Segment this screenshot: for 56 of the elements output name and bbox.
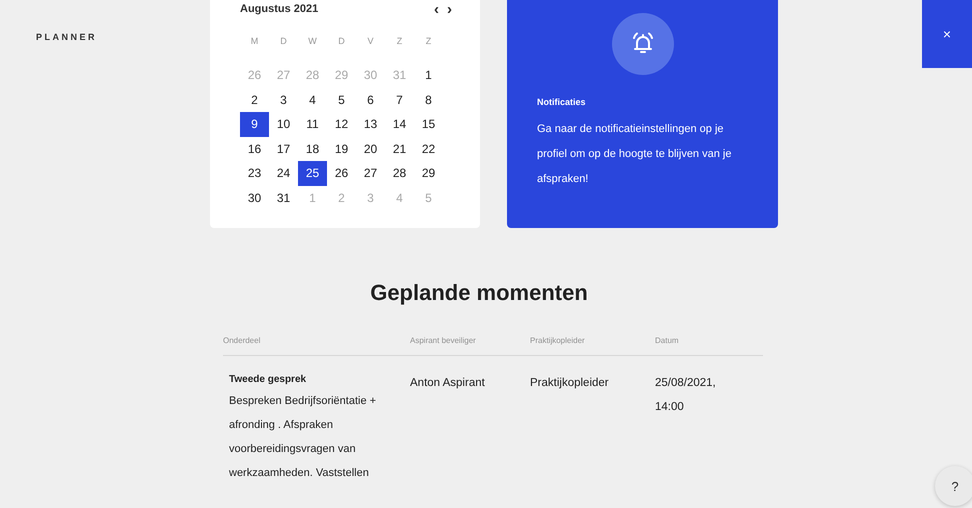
weekday-label: M — [250, 36, 260, 48]
calendar-day[interactable]: 31 — [269, 186, 298, 210]
weekday-label: V — [366, 36, 374, 48]
calendar-day[interactable]: 20 — [356, 136, 385, 161]
help-button[interactable]: ? — [935, 466, 972, 506]
calendar-day[interactable]: 18 — [298, 136, 327, 161]
calendar-day[interactable]: 27 — [356, 161, 385, 186]
next-month-button[interactable]: › — [447, 2, 452, 16]
calendar-day[interactable]: 25 — [298, 161, 327, 186]
calendar-day[interactable]: 15 — [414, 112, 443, 136]
calendar-day[interactable]: 5 — [327, 88, 356, 112]
calendar-day[interactable]: 11 — [298, 112, 327, 136]
calendar-day[interactable]: 28 — [385, 161, 414, 186]
close-button[interactable]: × — [922, 0, 972, 68]
previous-month-button[interactable]: ‹ — [434, 2, 439, 16]
calendar-day[interactable]: 13 — [356, 112, 385, 136]
weekday-label: Z — [424, 36, 432, 48]
calendar-day[interactable]: 26 — [327, 161, 356, 186]
calendar-day[interactable]: 8 — [414, 88, 443, 112]
column-header: Aspirant beveiliger — [410, 336, 477, 345]
calendar-day[interactable]: 21 — [385, 136, 414, 161]
calendar-day[interactable]: 12 — [327, 112, 356, 136]
calendar-day[interactable]: 16 — [240, 136, 269, 161]
weekday-label: Z — [396, 36, 404, 48]
column-header: Onderdeel — [223, 336, 262, 345]
calendar-day[interactable]: 10 — [269, 112, 298, 136]
notification-title: Notificaties — [537, 97, 587, 107]
table-cell-text: Praktijkopleider — [530, 376, 610, 391]
appointment-description: Bespreken Bedrijfsoriëntatie + afronding . Afspraken voorbereidingsvragen van werkzaamheden. Vaststellen — [229, 394, 378, 481]
appointment-title: Tweede gesprek — [229, 374, 308, 385]
calendar-day[interactable]: 24 — [269, 161, 298, 186]
weekday-label: D — [279, 36, 288, 48]
notification-text: Ga naar de notificatieinstellingen op je profiel om op de hoogte te blijven van je afspraken! — [537, 122, 732, 187]
calendar-day[interactable]: 6 — [356, 88, 385, 112]
calendar-day[interactable]: 30 — [240, 186, 269, 210]
weekday-label: D — [337, 36, 346, 48]
section-title: Geplande momenten — [369, 280, 589, 306]
calendar-day[interactable]: 29 — [414, 161, 443, 186]
calendar-day[interactable]: 23 — [240, 161, 269, 186]
calendar-day[interactable]: 4 — [298, 88, 327, 112]
column-header: Praktijkopleider — [530, 336, 586, 345]
calendar-day[interactable]: 9 — [240, 112, 269, 136]
calendar-day[interactable]: 3 — [269, 88, 298, 112]
calendar-day[interactable]: 22 — [414, 136, 443, 161]
calendar-day[interactable]: 2 — [240, 88, 269, 112]
month-label: Augustus 2021 — [240, 3, 318, 15]
column-header: Datum — [655, 336, 680, 345]
calendar-day[interactable]: 1 — [414, 63, 443, 88]
app-title: PLANNER — [35, 31, 98, 42]
calendar-day[interactable]: 7 — [385, 88, 414, 112]
table-cell-text: 25/08/2021, 14:00 — [655, 376, 717, 415]
calendar-day[interactable]: 19 — [327, 136, 356, 161]
weekday-label: W — [307, 36, 318, 48]
table-cell-text: Anton Aspirant — [410, 376, 486, 391]
calendar-day[interactable]: 17 — [269, 136, 298, 161]
calendar-day[interactable]: 14 — [385, 112, 414, 136]
